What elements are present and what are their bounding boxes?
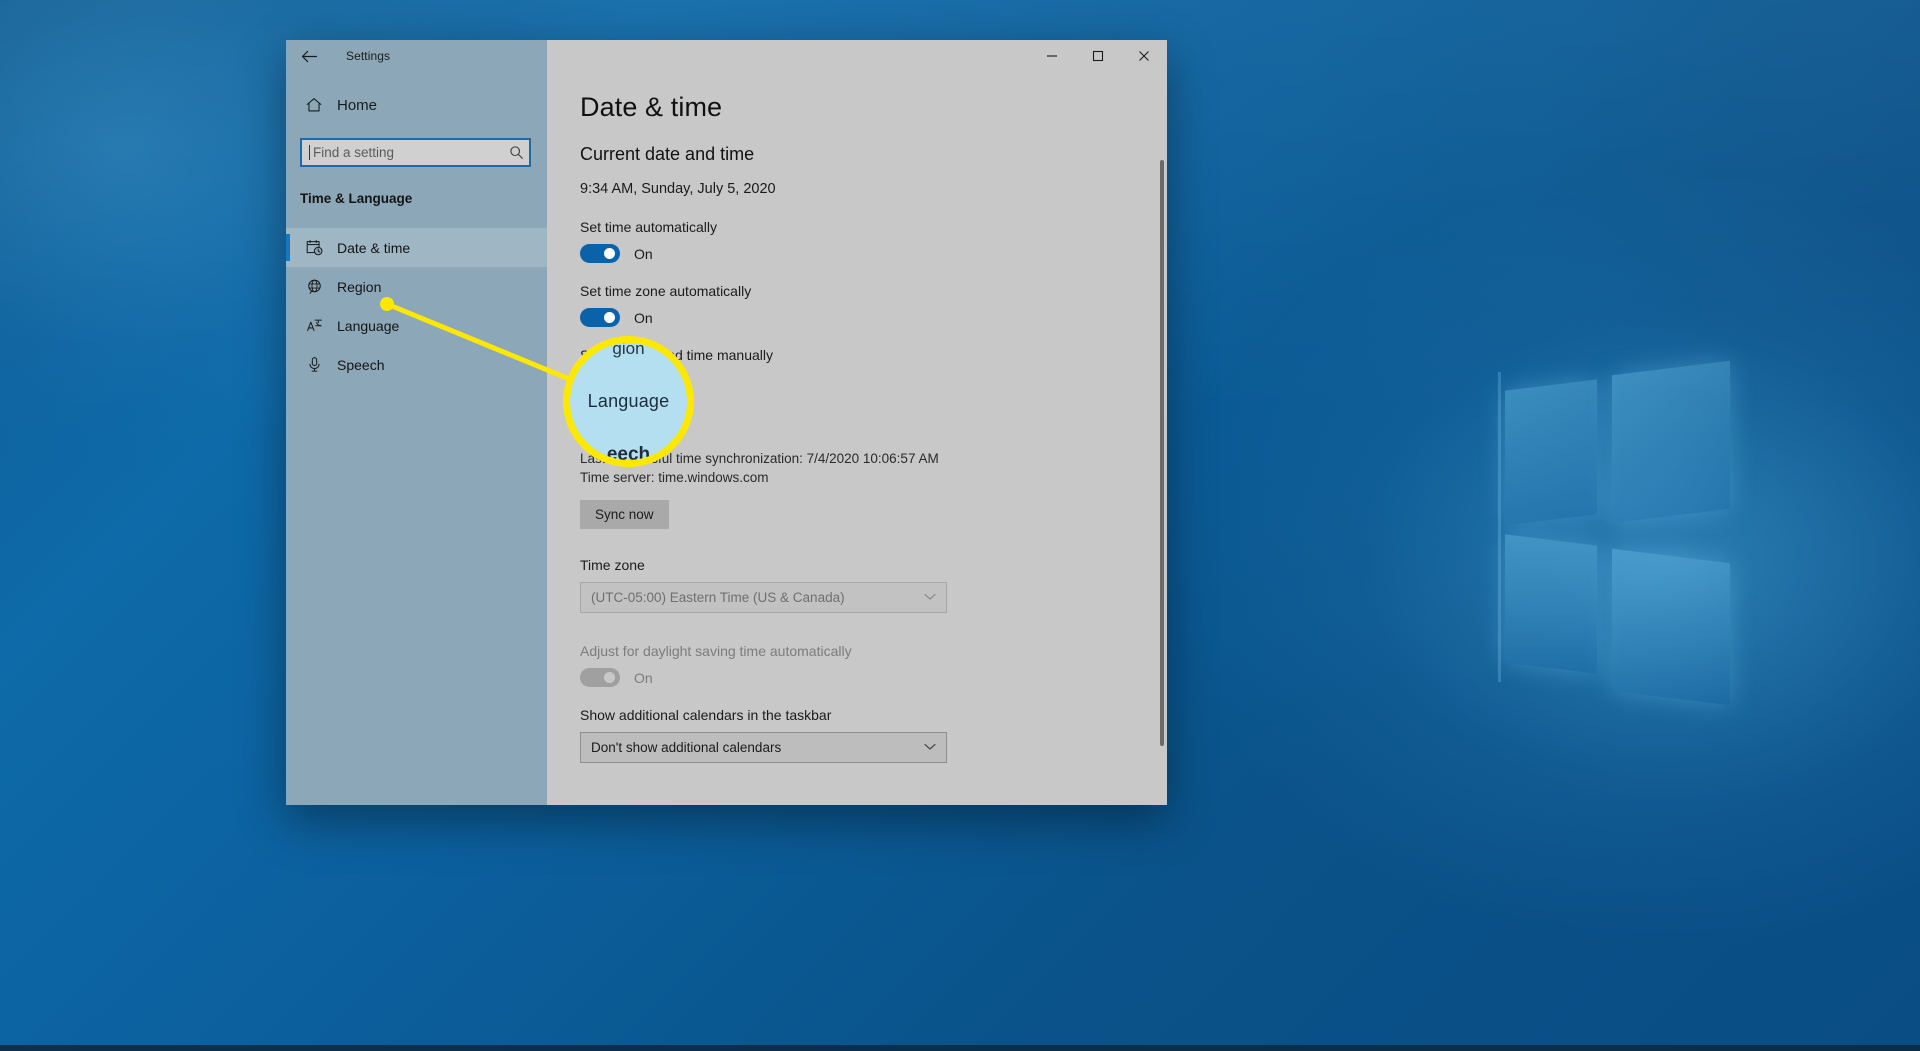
wallpaper-pane-2 (1612, 360, 1730, 524)
set-time-automatically-row[interactable]: On (580, 244, 1127, 263)
sidebar-item-region[interactable]: Region (286, 267, 547, 306)
sidebar-category-title: Time & Language (300, 191, 413, 206)
wallpaper-pane-4 (1612, 548, 1730, 706)
language-a-icon (300, 317, 328, 334)
additional-calendars-dropdown[interactable]: Don't show additional calendars (580, 732, 947, 764)
magnified-text: Language (587, 391, 670, 411)
sidebar-item-home[interactable]: Home (286, 86, 547, 124)
set-timezone-automatically-toggle[interactable] (580, 308, 620, 327)
calendar-clock-icon (300, 239, 328, 256)
sidebar-item-label: Region (337, 278, 382, 295)
sidebar-item-date-time[interactable]: Date & time (286, 228, 547, 267)
current-date-time-heading: Current date and time (580, 144, 755, 164)
back-arrow-icon[interactable] (286, 40, 332, 72)
time-zone-label: Time zone (580, 557, 645, 574)
content-scrollbar[interactable] (1160, 160, 1164, 746)
additional-calendars-label: Show additional calendars in the taskbar (580, 707, 832, 724)
microphone-icon (300, 356, 328, 373)
search-icon[interactable] (503, 145, 529, 160)
current-datetime-value: 9:34 AM, Sunday, July 5, 2020 (580, 181, 776, 197)
magnifier-callout: gion Language eech (563, 336, 694, 467)
globe-icon (300, 278, 328, 295)
sidebar-item-speech[interactable]: Speech (286, 345, 547, 384)
settings-window: Settings Home Find a setting Time & Lang… (286, 40, 1167, 805)
maximize-button[interactable] (1075, 40, 1121, 72)
daylight-saving-toggle (580, 668, 620, 688)
daylight-saving-label: Adjust for daylight saving time automati… (580, 643, 852, 660)
search-box[interactable] (300, 138, 531, 167)
toggle-knob (604, 312, 615, 323)
sidebar-nav-list: Date & time Region Language Speech (286, 228, 547, 384)
window-body: Home Time & Language (286, 72, 1167, 805)
set-timezone-automatically-label: Set time zone automatically (580, 283, 752, 299)
minimize-button[interactable] (1029, 40, 1075, 72)
sidebar-item-label: Language (337, 317, 400, 334)
title-bar-left: Settings (286, 40, 547, 72)
set-timezone-automatically-row[interactable]: On (580, 308, 1127, 327)
title-bar: Settings (286, 40, 1167, 72)
home-icon (300, 96, 328, 114)
taskbar[interactable] (0, 1045, 1920, 1051)
daylight-saving-row: On (580, 668, 1127, 688)
sync-now-button[interactable]: Sync now (580, 500, 669, 530)
sidebar-item-label: Date & time (337, 239, 411, 256)
sync-info-line-2: Time server: time.windows.com (580, 470, 769, 486)
wallpaper-pane-3 (1505, 534, 1597, 674)
daylight-saving-state: On (634, 669, 653, 686)
search-input[interactable] (310, 140, 503, 165)
wallpaper-edge (1498, 371, 1501, 683)
wallpaper-pane-1 (1505, 379, 1597, 526)
set-timezone-automatically-state: On (634, 309, 653, 326)
window-title: Settings (346, 49, 391, 63)
page-title: Date & time (580, 92, 723, 122)
set-time-automatically-state: On (634, 245, 653, 262)
sidebar: Home Time & Language (286, 72, 547, 805)
time-zone-value: (UTC-05:00) Eastern Time (US & Canada) (591, 590, 845, 606)
sidebar-home-label: Home (337, 96, 378, 114)
toggle-knob (604, 672, 615, 684)
close-button[interactable] (1121, 40, 1167, 72)
toggle-knob (604, 248, 615, 259)
additional-calendars-value: Don't show additional calendars (591, 740, 782, 756)
chevron-down-icon (924, 742, 936, 754)
magnified-text-below: eech (606, 444, 651, 465)
window-controls (547, 40, 1167, 72)
time-zone-dropdown[interactable]: (UTC-05:00) Eastern Time (US & Canada) (580, 582, 947, 614)
sidebar-item-label: Speech (337, 356, 385, 373)
set-time-automatically-toggle[interactable] (580, 244, 620, 263)
set-time-automatically-label: Set time automatically (580, 219, 717, 235)
sidebar-item-language[interactable]: Language (286, 306, 547, 345)
magnified-text-above: gion (612, 339, 645, 358)
chevron-down-icon (924, 592, 936, 604)
